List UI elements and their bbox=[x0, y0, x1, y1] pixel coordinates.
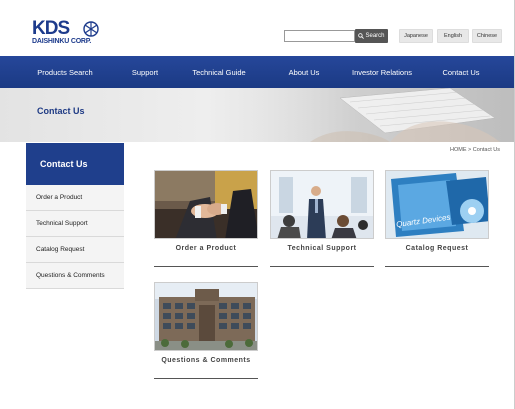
card-divider bbox=[385, 266, 489, 267]
search-input[interactable] bbox=[284, 30, 355, 42]
nav-about-us[interactable]: About Us bbox=[276, 56, 332, 88]
nav-technical-guide[interactable]: Technical Guide bbox=[176, 56, 262, 88]
card-questions-comments[interactable]: Questions & Comments bbox=[154, 282, 258, 379]
lang-chinese-button[interactable]: Chinese bbox=[472, 29, 502, 43]
catalog-request-image[interactable]: Quartz Devices bbox=[385, 170, 489, 239]
sidebar-item-questions-comments[interactable]: Questions & Comments bbox=[26, 263, 124, 289]
nav-support[interactable]: Support bbox=[120, 56, 170, 88]
lang-english-button[interactable]: English bbox=[437, 29, 469, 43]
card-catalog-request[interactable]: Quartz Devices Catalog Request bbox=[385, 170, 489, 267]
meeting-photo bbox=[271, 171, 373, 238]
handshake-photo bbox=[155, 171, 257, 238]
questions-comments-image[interactable] bbox=[154, 282, 258, 351]
nav-investor-relations[interactable]: Investor Relations bbox=[338, 56, 426, 88]
card-label-questions-comments[interactable]: Questions & Comments bbox=[154, 357, 258, 364]
card-order-a-product[interactable]: Order a Product bbox=[154, 170, 258, 267]
breadcrumb[interactable]: HOME > Contact Us bbox=[450, 147, 500, 153]
card-technical-support[interactable]: Technical Support bbox=[270, 170, 374, 267]
building-photo bbox=[155, 283, 257, 350]
technical-support-image[interactable] bbox=[270, 170, 374, 239]
nav-products-search[interactable]: Products Search bbox=[20, 56, 110, 88]
card-divider bbox=[154, 266, 258, 267]
card-divider bbox=[270, 266, 374, 267]
banner-keyboard-image bbox=[250, 88, 515, 142]
sidebar: Contact Us Order a Product Technical Sup… bbox=[26, 143, 124, 289]
sidebar-heading: Contact Us bbox=[26, 143, 124, 185]
search-icon bbox=[358, 33, 365, 39]
search-button-label: Search bbox=[365, 33, 385, 39]
main-nav: Products Search Support Technical Guide … bbox=[0, 56, 515, 88]
page-banner: Contact Us bbox=[0, 88, 515, 142]
sidebar-item-order-a-product[interactable]: Order a Product bbox=[26, 185, 124, 211]
logo-company-name: DAISHINKU CORP. bbox=[32, 38, 92, 45]
logo-wordmark: KDS bbox=[32, 18, 70, 39]
lang-japanese-button[interactable]: Japanese bbox=[399, 29, 433, 43]
card-label-catalog-request[interactable]: Catalog Request bbox=[385, 245, 489, 252]
banner-title: Contact Us bbox=[37, 106, 85, 116]
nav-contact-us[interactable]: Contact Us bbox=[432, 56, 490, 88]
sidebar-item-technical-support[interactable]: Technical Support bbox=[26, 211, 124, 237]
kds-logo[interactable]: KDS DAISHINKU CORP. bbox=[32, 18, 106, 47]
card-label-order-a-product[interactable]: Order a Product bbox=[154, 245, 258, 252]
catalog-photo bbox=[386, 171, 488, 238]
header: KDS DAISHINKU CORP. Search Japanese Engl… bbox=[0, 0, 515, 56]
logo-globe-icon bbox=[83, 21, 99, 37]
sidebar-item-catalog-request[interactable]: Catalog Request bbox=[26, 237, 124, 263]
card-divider bbox=[154, 378, 258, 379]
card-label-technical-support[interactable]: Technical Support bbox=[270, 245, 374, 252]
search-button[interactable]: Search bbox=[355, 29, 388, 43]
order-product-image[interactable] bbox=[154, 170, 258, 239]
